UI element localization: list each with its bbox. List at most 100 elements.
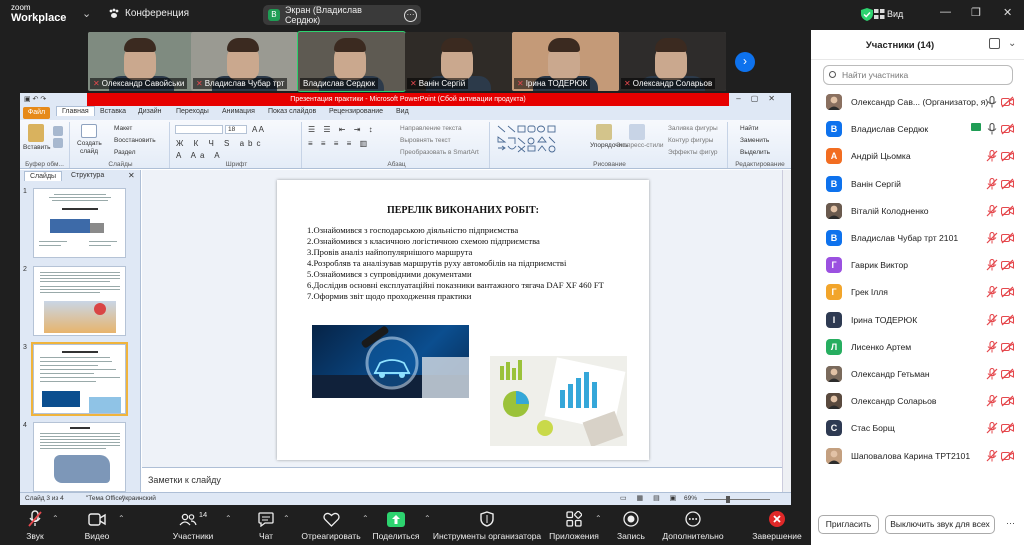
ppt-tab-insert[interactable]: Вставка bbox=[100, 108, 126, 115]
participant-row[interactable]: Г Гаврик Виктор bbox=[811, 251, 1024, 278]
video-off-icon[interactable] bbox=[1000, 421, 1015, 434]
mic-muted-icon[interactable] bbox=[986, 340, 998, 353]
notes-area[interactable]: Заметки к слайду bbox=[142, 467, 782, 492]
ppt-tab-design[interactable]: Дизайн bbox=[138, 108, 162, 115]
font-family-box[interactable] bbox=[175, 125, 223, 134]
paste-icon[interactable] bbox=[28, 124, 44, 142]
quick-styles-icon[interactable] bbox=[629, 124, 645, 140]
video-off-icon[interactable] bbox=[1000, 394, 1015, 407]
next-page-arrow-icon[interactable]: › bbox=[735, 52, 755, 72]
section-button[interactable]: Раздел bbox=[114, 149, 135, 156]
invite-button[interactable]: Пригласить bbox=[818, 515, 879, 534]
end-meeting-button[interactable]: Завершение bbox=[750, 509, 804, 541]
host-tools-button[interactable]: Инструменты организатора bbox=[432, 509, 542, 541]
align-text-button[interactable]: Выровнять текст bbox=[400, 137, 451, 144]
ppt-tab-transitions[interactable]: Переходы bbox=[176, 108, 209, 115]
font-size-box[interactable]: 18 bbox=[225, 125, 247, 134]
ppt-tab-review[interactable]: Рецензирование bbox=[329, 108, 383, 115]
video-thumbnail[interactable]: ✕ Олександр Савойськи bbox=[88, 32, 195, 91]
react-options-chevron-icon[interactable]: ⌃ bbox=[362, 514, 369, 523]
shape-fill-button[interactable]: Заливка фигуры bbox=[668, 125, 718, 132]
restore-button[interactable]: Восстановить bbox=[114, 137, 156, 144]
video-off-icon[interactable] bbox=[1000, 204, 1015, 217]
slide-thumbnail-2[interactable] bbox=[33, 266, 126, 336]
list-icons[interactable]: ☰ ☰ ⇤ ⇥ ↕ bbox=[308, 125, 376, 134]
participant-search-input[interactable]: Найти участника bbox=[823, 65, 1013, 85]
mic-muted-icon[interactable] bbox=[986, 204, 998, 217]
close-icon[interactable]: ✕ bbox=[1003, 6, 1012, 19]
shapes-gallery-icon[interactable] bbox=[496, 124, 566, 154]
mic-muted-icon[interactable] bbox=[986, 285, 998, 298]
vertical-scrollbar[interactable] bbox=[782, 170, 791, 492]
ppt-tab-home[interactable]: Главная bbox=[56, 106, 95, 116]
ppt-window-controls-icon[interactable]: –▢✕ bbox=[736, 94, 785, 103]
participant-row[interactable]: С Стас Борщ bbox=[811, 414, 1024, 441]
participant-row[interactable]: Віталій Колодненко bbox=[811, 197, 1024, 224]
view-grid-icon[interactable] bbox=[874, 9, 885, 19]
align-icons[interactable]: ≡ ≡ ≡ ≡ ▥ bbox=[308, 139, 370, 148]
zoom-slider[interactable] bbox=[704, 499, 770, 500]
mic-muted-icon[interactable] bbox=[986, 313, 998, 326]
pane-close-icon[interactable]: ✕ bbox=[128, 171, 135, 180]
restore-icon[interactable]: ❐ bbox=[971, 6, 981, 19]
new-slide-icon[interactable] bbox=[81, 124, 97, 138]
cut-icon[interactable] bbox=[53, 126, 63, 136]
participant-row[interactable]: В Владислав Сердюк bbox=[811, 115, 1024, 142]
text-direction-button[interactable]: Направление текста bbox=[400, 125, 462, 132]
mic-muted-icon[interactable] bbox=[986, 149, 998, 162]
slide-thumbnail-1[interactable] bbox=[33, 188, 126, 258]
smartart-button[interactable]: Преобразовать в SmartArt bbox=[400, 149, 479, 156]
share-screen-button[interactable]: Поделиться bbox=[370, 509, 422, 541]
video-off-icon[interactable] bbox=[1000, 95, 1015, 108]
mic-muted-icon[interactable] bbox=[986, 449, 998, 462]
font-color-icons[interactable]: A Aa A bbox=[176, 151, 224, 160]
participant-row[interactable]: Олександр Гетьман bbox=[811, 360, 1024, 387]
conference-info[interactable]: Конференция bbox=[108, 8, 189, 19]
mic-muted-icon[interactable] bbox=[986, 258, 998, 271]
video-off-icon[interactable] bbox=[1000, 231, 1015, 244]
video-thumbnail[interactable]: ✕ Владислав Чубар трт bbox=[191, 32, 298, 91]
replace-button[interactable]: Заменить bbox=[740, 137, 769, 144]
zoom-slider-thumb[interactable] bbox=[726, 496, 730, 503]
mic-muted-icon[interactable] bbox=[986, 421, 998, 434]
find-button[interactable]: Найти bbox=[740, 125, 759, 132]
more-icon[interactable]: ··· bbox=[404, 8, 417, 22]
participant-row[interactable]: І Ірина ТОДЕРЮК bbox=[811, 306, 1024, 333]
audio-options-chevron-icon[interactable]: ⌃ bbox=[52, 514, 59, 523]
apps-options-chevron-icon[interactable]: ⌃ bbox=[595, 514, 602, 523]
view-mode-icons[interactable]: ▭ ▦ ▤ ▣ bbox=[620, 494, 680, 502]
mic-muted-icon[interactable] bbox=[986, 367, 998, 380]
participants-options-chevron-icon[interactable]: ⌃ bbox=[225, 514, 232, 523]
view-button[interactable]: Вид bbox=[887, 9, 903, 19]
video-off-icon[interactable] bbox=[1000, 285, 1015, 298]
video-thumbnail[interactable]: ✕ Ірина ТОДЕРЮК bbox=[512, 32, 619, 91]
chevron-down-icon[interactable]: ⌄ bbox=[1008, 38, 1016, 49]
copy-icon[interactable] bbox=[53, 138, 63, 148]
tab-structure[interactable]: Структура bbox=[66, 171, 109, 180]
participant-row[interactable]: Г Грек Ілля bbox=[811, 278, 1024, 305]
shape-effects-button[interactable]: Эффекты фигур bbox=[668, 149, 718, 156]
video-thumbnail[interactable]: ✕ Олександр Соларьов bbox=[619, 32, 726, 91]
participant-row[interactable]: Л Лисенко Артем bbox=[811, 333, 1024, 360]
popout-icon[interactable] bbox=[989, 38, 1000, 49]
chat-button[interactable]: Чат bbox=[252, 509, 280, 541]
participant-row[interactable]: Олександр Соларьов bbox=[811, 387, 1024, 414]
minimize-icon[interactable]: — bbox=[940, 6, 951, 18]
share-options-chevron-icon[interactable]: ⌃ bbox=[424, 514, 431, 523]
video-off-icon[interactable] bbox=[1000, 149, 1015, 162]
video-off-icon[interactable] bbox=[1000, 449, 1015, 462]
video-off-icon[interactable] bbox=[1000, 122, 1015, 135]
video-off-icon[interactable] bbox=[1000, 258, 1015, 271]
layout-button[interactable]: Макет bbox=[114, 125, 132, 132]
participant-row[interactable]: В Владислав Чубар трт 2101 bbox=[811, 224, 1024, 251]
font-style-icons[interactable]: Ж К Ч S abc bbox=[176, 139, 265, 148]
slide-thumbnail-4[interactable] bbox=[33, 422, 126, 492]
chat-options-chevron-icon[interactable]: ⌃ bbox=[283, 514, 290, 523]
mic-icon[interactable] bbox=[986, 95, 998, 108]
slide-thumbnail-3[interactable] bbox=[31, 342, 128, 416]
video-off-icon[interactable] bbox=[1000, 313, 1015, 326]
video-options-chevron-icon[interactable]: ⌃ bbox=[118, 514, 125, 523]
mic-icon[interactable] bbox=[986, 122, 998, 135]
react-button[interactable]: Отреагировать bbox=[300, 509, 362, 541]
video-off-icon[interactable] bbox=[1000, 177, 1015, 190]
